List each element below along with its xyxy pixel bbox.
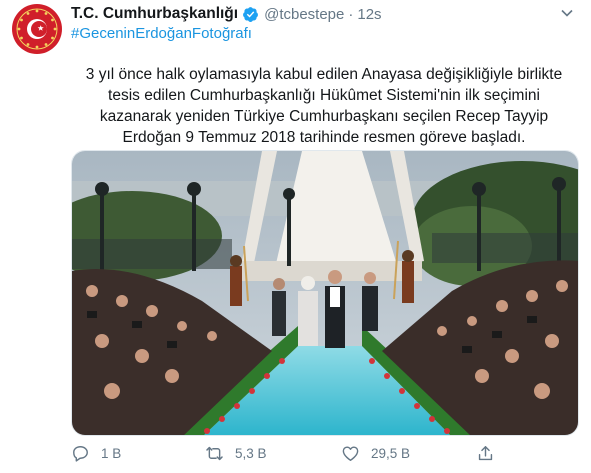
like-count: 29,5 B bbox=[371, 446, 411, 461]
retweet-icon bbox=[206, 446, 223, 461]
tweet-actions: 1 B 5,3 B 29,5 B bbox=[71, 444, 579, 466]
avatar[interactable] bbox=[12, 4, 62, 54]
reply-button[interactable]: 1 B bbox=[71, 444, 121, 463]
retweet-count: 5,3 B bbox=[235, 446, 267, 461]
tweet-header: T.C. Cumhurbaşkanlığı @tcbestepe · 12s bbox=[71, 3, 575, 25]
presidential-seal-icon bbox=[13, 5, 61, 53]
share-icon bbox=[478, 446, 493, 461]
share-button[interactable] bbox=[476, 444, 506, 463]
timestamp[interactable]: 12s bbox=[357, 6, 381, 23]
display-name[interactable]: T.C. Cumhurbaşkanlığı bbox=[71, 5, 238, 23]
hashtag-link[interactable]: #GeceninErdoğanFotoğrafı bbox=[71, 25, 252, 42]
like-button[interactable]: 29,5 B bbox=[341, 444, 410, 463]
tweet-photo[interactable] bbox=[71, 150, 579, 436]
handle[interactable]: @tcbestepe bbox=[264, 6, 344, 23]
verified-badge-icon bbox=[242, 6, 259, 23]
chevron-down-icon[interactable] bbox=[559, 5, 575, 21]
tweet-text: 3 yıl önce halk oylamasıyla kabul edilen… bbox=[85, 66, 563, 146]
reply-count: 1 B bbox=[101, 446, 122, 461]
heart-icon bbox=[342, 446, 359, 461]
separator-dot: · bbox=[348, 5, 354, 23]
reply-icon bbox=[73, 446, 88, 462]
retweet-button[interactable]: 5,3 B bbox=[205, 444, 267, 463]
ceremony-photo-illustration bbox=[72, 151, 578, 435]
